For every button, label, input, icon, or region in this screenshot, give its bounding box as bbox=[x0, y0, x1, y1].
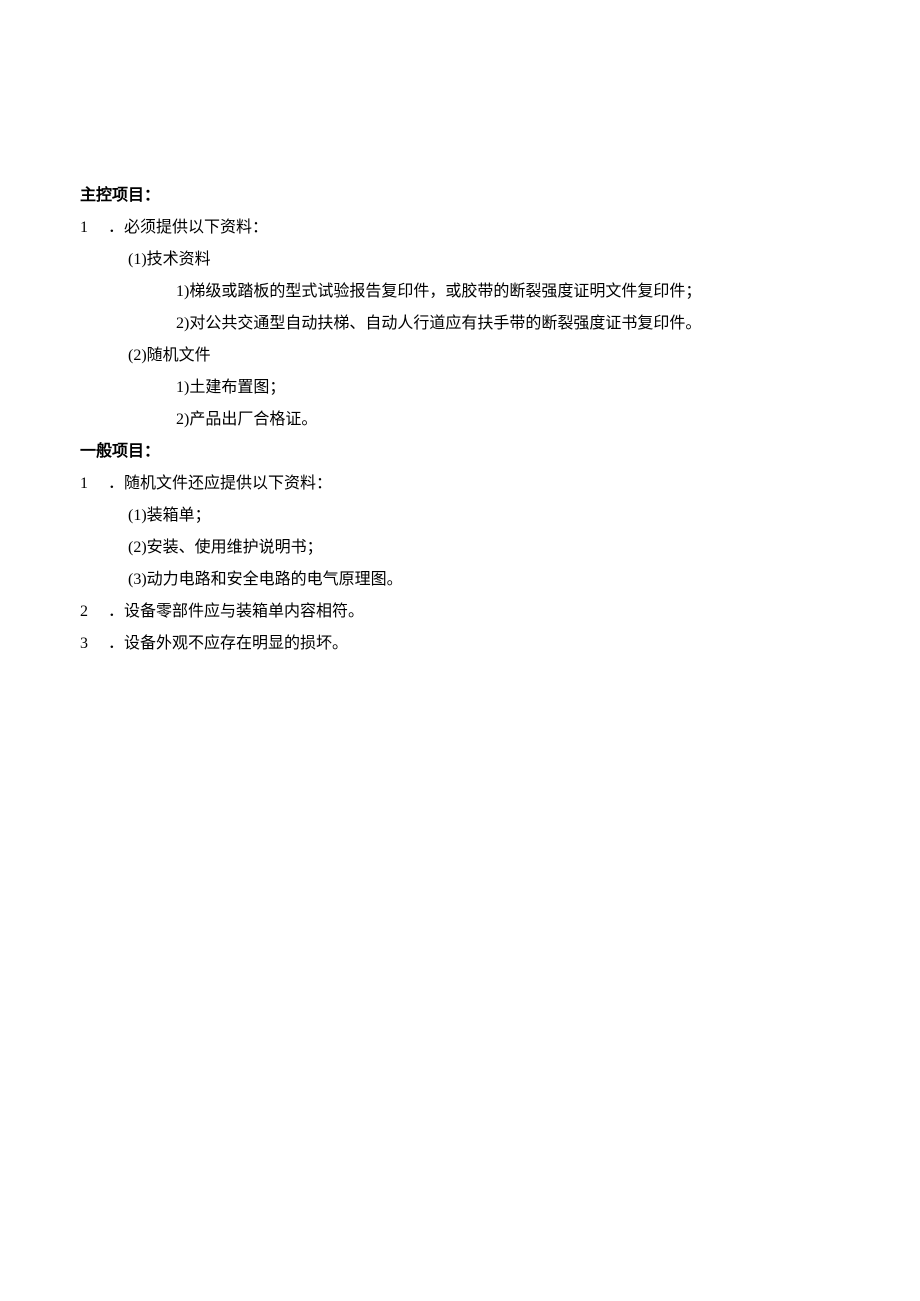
section1-item1: 1．必须提供以下资料： bbox=[80, 212, 840, 244]
section1-item1-sub1-line2: 2)对公共交通型自动扶梯、自动人行道应有扶手带的断裂强度证书复印件。 bbox=[80, 308, 840, 340]
item-text: ．随机文件还应提供以下资料： bbox=[108, 475, 332, 492]
item-number: 1 bbox=[80, 212, 108, 244]
item-text: ．设备零部件应与装箱单内容相符。 bbox=[108, 603, 364, 620]
section1-item1-sub2-line1: 1)土建布置图； bbox=[80, 372, 840, 404]
item-number: 1 bbox=[80, 468, 108, 500]
section2-item3: 3．设备外观不应存在明显的损坏。 bbox=[80, 628, 840, 660]
section2-heading: 一般项目： bbox=[80, 436, 840, 468]
section1-item1-sub2-label: (2)随机文件 bbox=[80, 340, 840, 372]
item-text: ．设备外观不应存在明显的损坏。 bbox=[108, 635, 348, 652]
item-text: ．必须提供以下资料： bbox=[108, 219, 268, 236]
section2-item1-sub2: (2)安装、使用维护说明书； bbox=[80, 532, 840, 564]
section1-item1-sub2-line2: 2)产品出厂合格证。 bbox=[80, 404, 840, 436]
item-number: 2 bbox=[80, 596, 108, 628]
section1-item1-sub1-line1: 1)梯级或踏板的型式试验报告复印件，或胶带的断裂强度证明文件复印件； bbox=[80, 276, 840, 308]
section2-item1-sub3: (3)动力电路和安全电路的电气原理图。 bbox=[80, 564, 840, 596]
section2-item1-sub1: (1)装箱单； bbox=[80, 500, 840, 532]
section1-heading: 主控项目： bbox=[80, 180, 840, 212]
section1-item1-sub1-label: (1)技术资料 bbox=[80, 244, 840, 276]
item-number: 3 bbox=[80, 628, 108, 660]
section2-item2: 2．设备零部件应与装箱单内容相符。 bbox=[80, 596, 840, 628]
section2-item1: 1．随机文件还应提供以下资料： bbox=[80, 468, 840, 500]
